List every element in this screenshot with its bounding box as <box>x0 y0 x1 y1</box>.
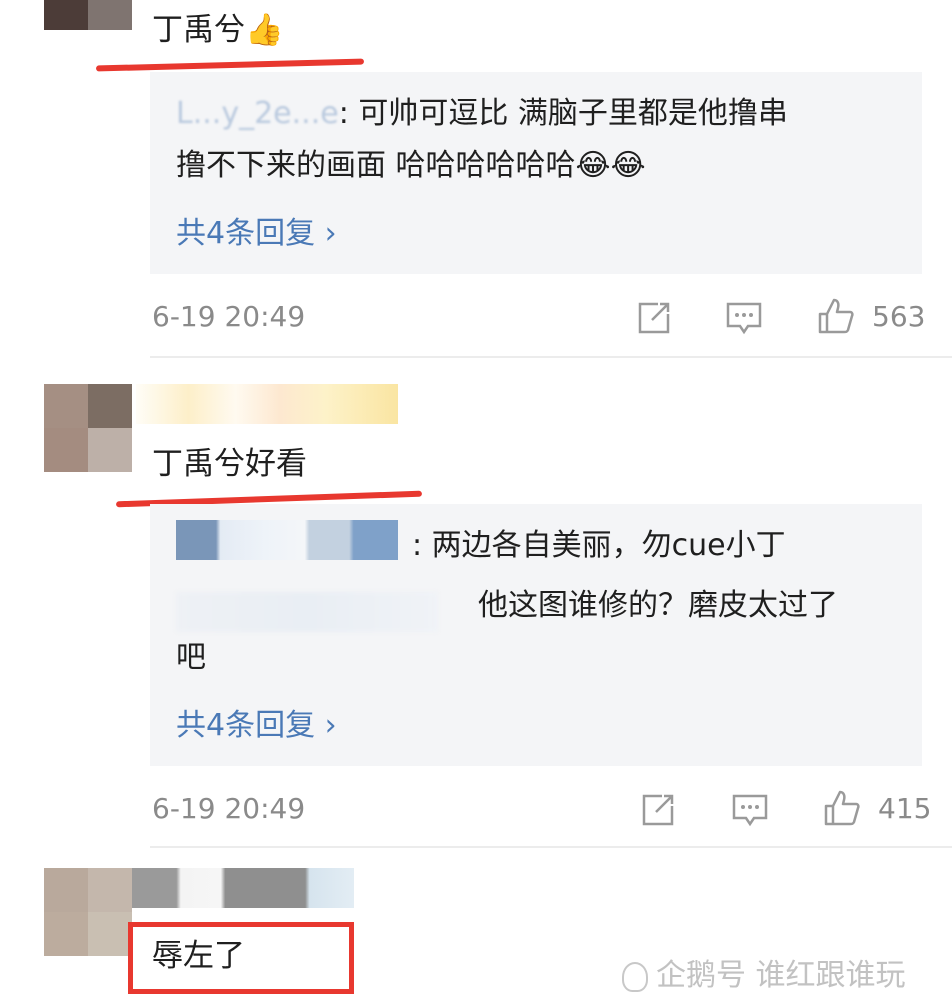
highlight-underline <box>95 58 365 72</box>
comment-text: 丁禹兮好看 <box>152 446 307 482</box>
divider <box>150 846 952 848</box>
reply-line: : 两边各自美丽，勿cue小丁 <box>412 528 786 563</box>
penguin-icon <box>622 961 648 992</box>
username-blurred[interactable] <box>132 868 354 908</box>
comment-text: 丁禹兮👍 <box>152 12 284 48</box>
comment-icon[interactable] <box>730 790 770 830</box>
comment-text: 辱左了 <box>152 938 245 974</box>
comment-timestamp: 6-19 20:49 <box>152 300 306 333</box>
view-replies-link[interactable]: 共4条回复 › <box>176 208 337 252</box>
like-icon[interactable] <box>816 296 856 336</box>
thumbs-up-icon: 👍 <box>245 12 284 48</box>
avatar[interactable] <box>44 0 132 30</box>
avatar[interactable] <box>44 384 132 472</box>
share-icon[interactable] <box>638 790 678 830</box>
like-icon[interactable] <box>822 788 862 828</box>
username-blurred[interactable] <box>136 384 398 424</box>
comment-icon[interactable] <box>724 298 764 338</box>
like-count: 563 <box>872 300 926 333</box>
divider <box>150 356 952 358</box>
like-count: 415 <box>878 792 932 825</box>
comment-timestamp: 6-19 20:49 <box>152 792 306 825</box>
reply-line: 撸不下来的画面 哈哈哈哈哈哈😂😂 <box>176 148 646 183</box>
reply-username[interactable]: L...y_2e...e <box>176 96 339 131</box>
avatar[interactable] <box>44 868 132 956</box>
reply-username-blurred[interactable] <box>176 520 398 560</box>
share-icon[interactable] <box>634 298 674 338</box>
reply-line: L...y_2e...e: 可帅可逗比 满脑子里都是他撸串 <box>176 96 788 131</box>
reply-username-blurred[interactable] <box>176 592 438 632</box>
reply-line: 他这图谁修的？磨皮太过了 <box>478 588 838 623</box>
view-replies-link[interactable]: 共4条回复 › <box>176 700 337 744</box>
watermark: 企鹅号 谁红跟谁玩 <box>622 950 906 994</box>
reply-line: 吧 <box>176 640 206 675</box>
